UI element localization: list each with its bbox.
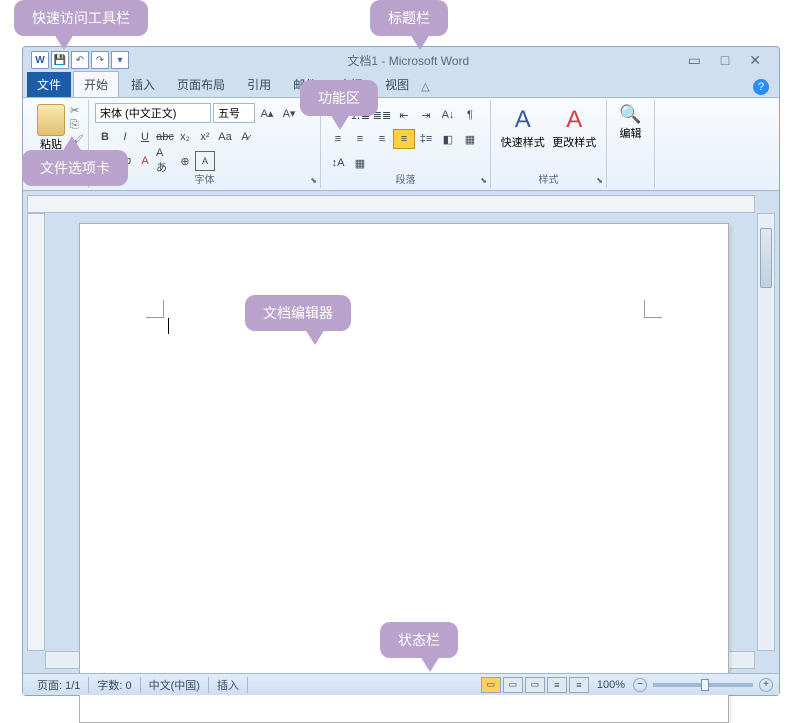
vertical-scrollbar[interactable] [757, 213, 775, 651]
callout-ribbon: 功能区 [300, 80, 378, 116]
cut-icon[interactable]: ✂ [70, 104, 84, 117]
paste-icon [37, 104, 65, 136]
grow-font-icon[interactable]: A▴ [257, 103, 277, 123]
undo-icon[interactable]: ↶ [71, 51, 89, 69]
line-spacing-icon[interactable]: ‡≡ [415, 129, 437, 149]
border-icon[interactable]: A [195, 151, 215, 171]
margin-mark-tl [146, 300, 164, 318]
view-draft-icon[interactable]: ≡ [569, 677, 589, 693]
tab-reference[interactable]: 引用 [237, 72, 281, 97]
view-web-icon[interactable]: ▭ [525, 677, 545, 693]
sort-icon[interactable]: A↓ [437, 105, 459, 125]
borders-icon[interactable]: ▦ [459, 129, 481, 149]
font-launcher-icon[interactable]: ⬊ [310, 176, 317, 185]
zoom-out-button[interactable]: − [633, 678, 647, 692]
align-right-icon[interactable]: ≡ [371, 129, 393, 149]
callout-filetab: 文件选项卡 [22, 150, 128, 186]
shrink-font-icon[interactable]: A▾ [279, 103, 299, 123]
align-center-icon[interactable]: ≡ [349, 129, 371, 149]
callout-qat: 快速访问工具栏 [14, 0, 148, 36]
maximize-icon[interactable]: □ [721, 52, 729, 69]
scroll-thumb[interactable] [760, 228, 772, 288]
align-left-icon[interactable]: ≡ [327, 129, 349, 149]
font-family-select[interactable]: 宋体 (中文正文) [95, 103, 211, 123]
ribbon-tabs: 文件 开始 插入 页面布局 引用 邮件 审阅 视图 △ ? [23, 73, 779, 97]
align-justify-icon[interactable]: ≡ [393, 129, 415, 149]
ribbon: 粘贴 ✂ ⎘ 🖌 剪贴板 ⬊ 宋体 (中文正文) 五号 A▴ A▾ B I U … [23, 97, 779, 191]
group-label-paragraph: 段落 [321, 171, 490, 186]
tab-view[interactable]: 视图 [375, 72, 419, 97]
titlebar: W 💾 ↶ ↷ ▾ 文档1 - Microsoft Word ▭ □ ✕ [23, 47, 779, 73]
status-insert-mode[interactable]: 插入 [209, 677, 248, 693]
zoom-slider[interactable] [653, 683, 753, 687]
decrease-indent-icon[interactable]: ⇤ [393, 105, 415, 125]
tab-file[interactable]: 文件 [27, 72, 71, 97]
copy-icon[interactable]: ⎘ [70, 119, 84, 132]
superscript-button[interactable]: x² [195, 127, 215, 147]
zoom-in-button[interactable]: + [759, 678, 773, 692]
strike-button[interactable]: abc [155, 127, 175, 147]
underline-button[interactable]: U [135, 127, 155, 147]
close-icon[interactable]: ✕ [749, 52, 761, 69]
view-fullscreen-icon[interactable]: ▭ [503, 677, 523, 693]
enclose-icon[interactable]: ⊕ [175, 151, 195, 171]
styles-launcher-icon[interactable]: ⬊ [596, 176, 603, 185]
word-icon: W [31, 51, 49, 69]
group-label-editing: 编辑 [613, 125, 648, 141]
change-case-button[interactable]: Aa [215, 127, 235, 147]
text-cursor [168, 318, 169, 334]
margin-mark-tr [644, 300, 662, 318]
callout-editor: 文档编辑器 [245, 295, 351, 331]
tab-insert[interactable]: 插入 [121, 72, 165, 97]
clear-formatting-icon[interactable]: A̷ [235, 127, 255, 147]
zoom-thumb[interactable] [701, 679, 709, 691]
qat-menu-icon[interactable]: ▾ [111, 51, 129, 69]
word-window: W 💾 ↶ ↷ ▾ 文档1 - Microsoft Word ▭ □ ✕ 文件 … [22, 46, 780, 696]
window-title: 文档1 - Microsoft Word [129, 52, 688, 69]
zoom-level[interactable]: 100% [591, 679, 631, 691]
callout-statusbar: 状态栏 [380, 622, 458, 658]
view-outline-icon[interactable]: ≡ [547, 677, 567, 693]
quick-access-toolbar: W 💾 ↶ ↷ ▾ [27, 51, 129, 69]
document-area [27, 195, 775, 669]
status-page[interactable]: 页面: 1/1 [29, 677, 89, 693]
subscript-button[interactable]: x₂ [175, 127, 195, 147]
group-editing: 🔍 编辑 [607, 100, 655, 188]
help-icon[interactable]: ? [753, 79, 769, 95]
show-marks-icon[interactable]: ¶ [459, 105, 481, 125]
minimize-icon[interactable]: ▭ [688, 52, 701, 69]
vertical-ruler[interactable] [27, 213, 45, 651]
bold-button[interactable]: B [95, 127, 115, 147]
status-words[interactable]: 字数: 0 [89, 677, 140, 693]
increase-indent-icon[interactable]: ⇥ [415, 105, 437, 125]
snap-grid-icon[interactable]: ▦ [349, 153, 371, 173]
statusbar: 页面: 1/1 字数: 0 中文(中国) 插入 ▭ ▭ ▭ ≡ ≡ 100% −… [23, 673, 779, 695]
horizontal-ruler[interactable] [27, 195, 755, 213]
font-color-icon[interactable]: A [135, 151, 155, 171]
phonetic-icon[interactable]: Aあ [155, 151, 175, 171]
tab-home[interactable]: 开始 [73, 71, 119, 97]
callout-titlebar: 标题栏 [370, 0, 448, 36]
group-styles: A 快速样式 A 更改样式 样式 ⬊ [491, 100, 607, 188]
redo-icon[interactable]: ↷ [91, 51, 109, 69]
quick-styles-icon: A [497, 106, 549, 134]
shading-icon[interactable]: ◧ [437, 129, 459, 149]
font-size-select[interactable]: 五号 [213, 103, 255, 123]
view-print-layout-icon[interactable]: ▭ [481, 677, 501, 693]
save-icon[interactable]: 💾 [51, 51, 69, 69]
find-icon[interactable]: 🔍 [613, 104, 648, 125]
text-direction-icon[interactable]: ↕A [327, 153, 349, 173]
italic-button[interactable]: I [115, 127, 135, 147]
tab-layout[interactable]: 页面布局 [167, 72, 235, 97]
paragraph-launcher-icon[interactable]: ⬊ [480, 176, 487, 185]
change-styles-icon: A [549, 106, 601, 134]
minimize-ribbon-icon[interactable]: △ [421, 80, 429, 93]
group-label-styles: 样式 [491, 171, 606, 186]
status-language[interactable]: 中文(中国) [141, 677, 209, 693]
